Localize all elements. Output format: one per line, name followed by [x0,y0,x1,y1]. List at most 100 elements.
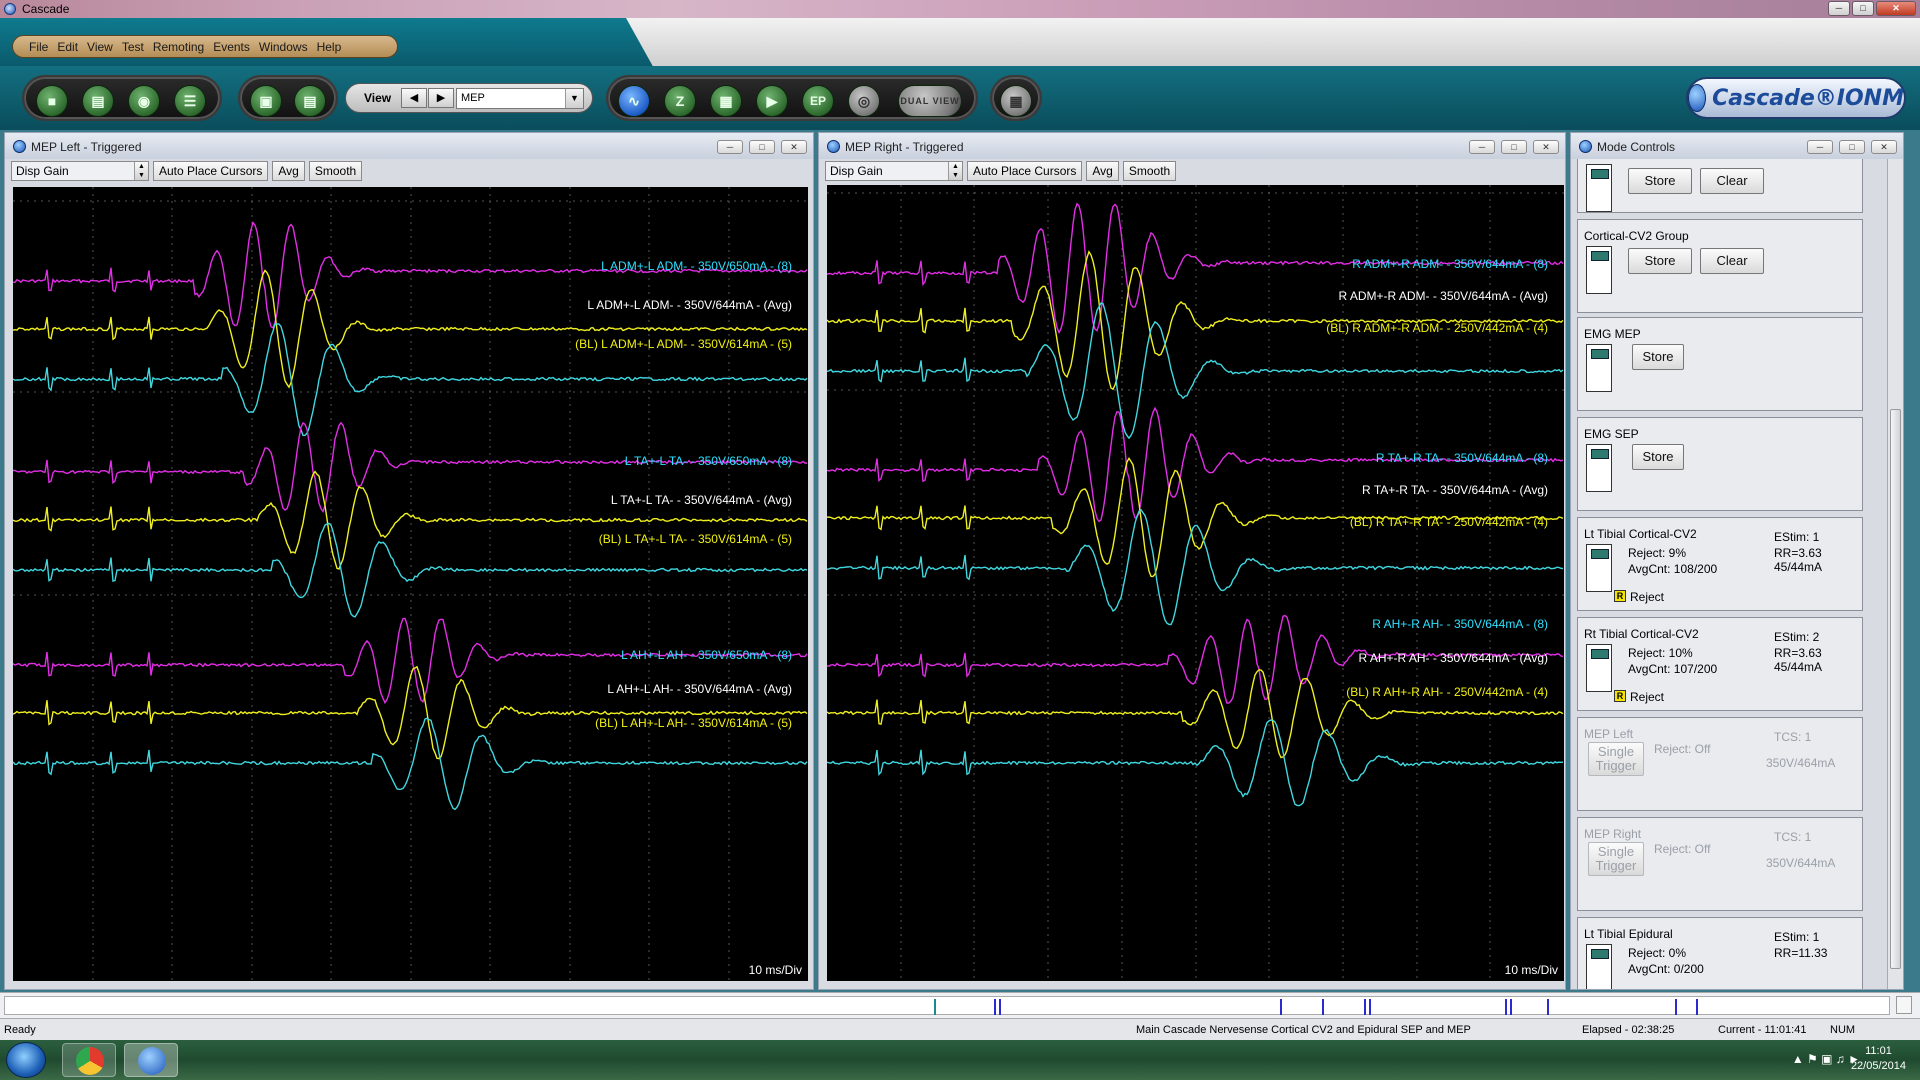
panel-restore-button[interactable]: □ [1839,140,1865,154]
mep-right-waveform-area[interactable]: 10 ms/Div R ADM+-R ADM- - 350V/644mA - (… [827,185,1564,981]
taskbar-cascade[interactable] [124,1043,178,1077]
event-marker[interactable] [1364,999,1366,1015]
reject-flag-icon[interactable]: R [1614,590,1626,602]
event-marker[interactable] [1547,999,1549,1015]
reject-flag-icon[interactable]: R [1614,690,1626,702]
event-marker[interactable] [1505,999,1507,1015]
zoom-z-button[interactable]: Z [664,85,696,117]
view-dropdown[interactable]: MEP ▼ [456,88,584,109]
panel-close-button[interactable]: ✕ [781,140,807,154]
library-icon[interactable]: ☰ [174,85,206,117]
disp-gain-field[interactable]: Disp Gain ▲ ▼ [825,161,963,181]
channel-slot[interactable] [1586,544,1612,592]
smooth-button[interactable]: Smooth [1122,161,1177,181]
waveform-icon[interactable]: ∿ [618,85,650,117]
clear-button[interactable]: Clear [1700,168,1764,194]
rr-value: RR=3.63 [1774,646,1822,660]
disp-gain-field[interactable]: Disp Gain ▲ ▼ [11,161,149,181]
layout-icon[interactable]: ▦ [1000,85,1032,117]
event-marker[interactable] [1369,999,1371,1015]
panel-minimize-button[interactable]: ─ [1469,140,1495,154]
channel-slot[interactable] [1586,246,1612,294]
ep-button[interactable]: EP [802,85,834,117]
print-preview-icon[interactable]: ▤ [294,85,326,117]
event-marker[interactable] [1696,999,1698,1015]
smooth-button[interactable]: Smooth [308,161,363,181]
start-button[interactable] [6,1042,46,1078]
auto-place-cursors-button[interactable]: Auto Place Cursors [967,161,1083,181]
store-button[interactable]: Store [1628,168,1692,194]
maximize-button[interactable]: □ [1852,1,1874,16]
menu-view[interactable]: View [87,40,122,54]
channel-slot[interactable] [1586,164,1612,212]
view-prev-button[interactable]: ◀ [401,88,427,108]
print-icon[interactable]: ▤ [82,85,114,117]
panel-restore-button[interactable]: □ [749,140,775,154]
minimize-button[interactable]: ─ [1828,1,1850,16]
mode-controls-scrollbar[interactable] [1887,159,1903,989]
title-bar: Cascade ─ □ ✕ [0,0,1920,18]
menu-test[interactable]: Test [122,40,153,54]
menu-edit[interactable]: Edit [57,40,87,54]
clock-date: 22/05/2014 [1850,1060,1906,1072]
store-button[interactable]: Store [1628,248,1692,274]
event-timeline-track[interactable] [4,996,1890,1015]
event-marker[interactable] [999,999,1001,1015]
disp-gain-spinner[interactable]: ▲ ▼ [948,162,962,180]
menu-file[interactable]: File [29,40,57,54]
menu-windows[interactable]: Windows [259,40,317,54]
disp-gain-spinner[interactable]: ▲ ▼ [134,162,148,180]
reject-value: Reject: 9% [1628,546,1687,560]
mode-card-mep-left: MEP Left Single Trigger Reject: Off TCS:… [1577,717,1863,811]
avg-button[interactable]: Avg [1086,161,1119,181]
close-button[interactable]: ✕ [1876,1,1916,16]
taskbar-clock[interactable]: 11:01 22/05/2014 [1851,1044,1906,1074]
event-marker[interactable] [1322,999,1324,1015]
event-marker[interactable] [1280,999,1282,1015]
trace-label: R ADM+-R ADM- - 350V/644mA - (8) [1352,257,1548,271]
channel-slot[interactable] [1586,944,1612,989]
waveform-trace [13,665,808,760]
menu-remoting[interactable]: Remoting [153,40,213,54]
scrollbar-thumb[interactable] [1890,409,1901,969]
panel-minimize-button[interactable]: ─ [717,140,743,154]
channel-slot[interactable] [1586,344,1612,392]
event-marker[interactable] [1675,999,1677,1015]
waveform-trace [13,470,808,570]
menu-help[interactable]: Help [317,40,351,54]
taskbar-chrome[interactable] [62,1043,116,1077]
play-icon[interactable]: ▶ [756,85,788,117]
view-next-button[interactable]: ▶ [428,88,454,108]
panel-restore-button[interactable]: □ [1501,140,1527,154]
store-button[interactable]: Store [1632,444,1684,470]
chevron-down-icon[interactable]: ▼ [565,89,583,108]
channel-slot[interactable] [1586,644,1612,692]
grid-icon[interactable]: ▦ [710,85,742,117]
timeline-button[interactable] [1896,996,1912,1014]
window-title: Cascade [22,2,70,16]
clear-button[interactable]: Clear [1700,248,1764,274]
network-icon[interactable]: ◉ [128,85,160,117]
reject-flag-label: Reject [1630,590,1665,604]
channel-slot[interactable] [1586,444,1612,492]
panel-close-button[interactable]: ✕ [1871,140,1897,154]
save-icon[interactable]: ■ [36,85,68,117]
dual-view-button[interactable]: DUAL VIEW [898,85,962,117]
menu-events[interactable]: Events [213,40,259,54]
mep-left-waveform-area[interactable]: 10 ms/Div L ADM+-L ADM- - 350V/650mA - (… [13,187,808,981]
panel-minimize-button[interactable]: ─ [1807,140,1833,154]
avg-count-value: AvgCnt: 107/200 [1628,662,1718,676]
lock-icon[interactable]: ▣ [250,85,282,117]
nc-icon[interactable]: ◎ [848,85,880,117]
store-button[interactable]: Store [1632,344,1684,370]
system-tray[interactable]: ▲ ⚑ ▣ ♫ ► [1792,1052,1860,1066]
avg-button[interactable]: Avg [272,161,305,181]
auto-place-cursors-button[interactable]: Auto Place Cursors [153,161,269,181]
panel-close-button[interactable]: ✕ [1533,140,1559,154]
event-marker[interactable] [934,999,936,1015]
event-marker[interactable] [994,999,996,1015]
single-trigger-button[interactable]: Single Trigger [1588,742,1644,776]
event-marker[interactable] [1510,999,1512,1015]
single-trigger-button[interactable]: Single Trigger [1588,842,1644,876]
chrome-icon [76,1047,104,1075]
